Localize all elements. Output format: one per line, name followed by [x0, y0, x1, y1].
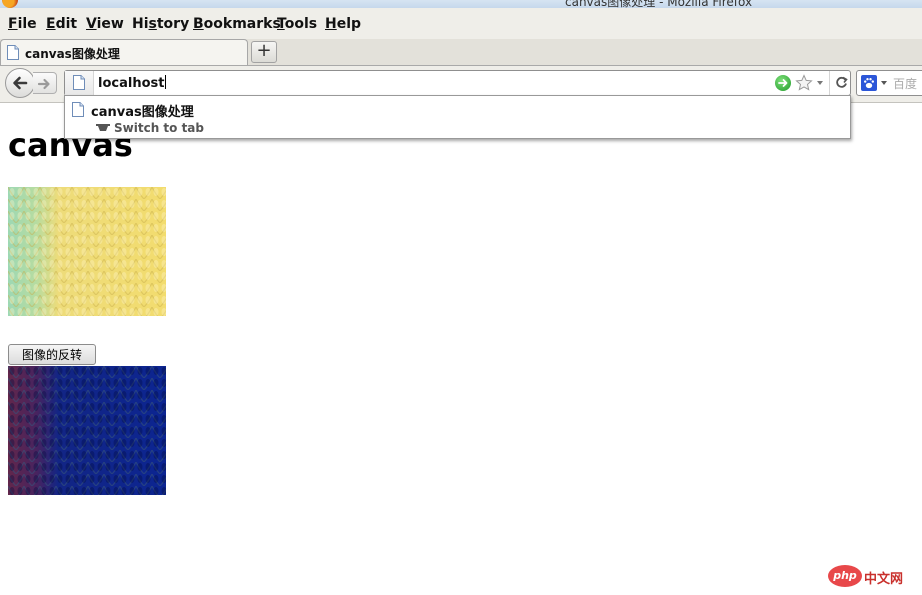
watermark-text: 中文网 — [864, 572, 904, 587]
reload-icon — [836, 76, 848, 88]
window-title: canvas图像处理 - Mozilla Firefox — [565, 0, 753, 8]
search-engine-dropdown-icon[interactable] — [881, 81, 887, 85]
inverted-yarn-image — [8, 366, 166, 495]
menu-file[interactable]: File — [8, 16, 37, 32]
baidu-paw-icon[interactable] — [861, 75, 877, 91]
switch-to-tab-icon — [96, 124, 110, 131]
go-arrow-icon[interactable] — [775, 75, 791, 91]
menu-edit[interactable]: Edit — [46, 16, 77, 32]
search-input[interactable]: 百度 — [893, 75, 917, 92]
url-bar[interactable]: localhost — [64, 70, 851, 96]
menu-bookmarks[interactable]: Bookmarks — [193, 16, 281, 32]
url-autocomplete-popup: canvas图像处理 Switch to tab — [64, 95, 851, 139]
arrow-left-icon — [13, 76, 28, 90]
menu-history[interactable]: History — [132, 16, 189, 32]
text-caret — [165, 75, 167, 89]
tab-label: canvas图像处理 — [25, 47, 120, 61]
menu-view[interactable]: View — [86, 16, 124, 32]
window-titlebar: canvas图像处理 - Mozilla Firefox — [0, 0, 922, 8]
menu-bar: File Edit View History Bookmarks Tools H… — [0, 8, 922, 39]
site-identity-button[interactable] — [65, 71, 94, 95]
php-cn-watermark: php 中文网 — [828, 565, 916, 587]
firefox-logo-icon — [2, 0, 18, 8]
history-dropdown-icon[interactable] — [817, 81, 823, 85]
forward-button[interactable] — [33, 72, 57, 94]
bookmark-star-icon[interactable] — [795, 74, 813, 92]
arrow-right-icon — [778, 79, 788, 87]
reload-button[interactable] — [829, 71, 852, 95]
invert-image-button[interactable]: 图像的反转 — [8, 344, 96, 365]
switch-to-tab-action[interactable]: Switch to tab — [114, 121, 204, 135]
arrow-right-icon — [37, 78, 50, 90]
php-logo: php — [828, 565, 862, 587]
menu-help[interactable]: Help — [325, 16, 361, 32]
new-tab-button[interactable]: + — [251, 41, 277, 63]
search-bar[interactable]: 百度 — [856, 70, 922, 96]
page-icon — [72, 102, 84, 117]
original-yarn-image — [8, 187, 166, 316]
tab-canvas[interactable]: canvas图像处理 — [0, 39, 248, 65]
page-icon — [7, 45, 19, 60]
url-input[interactable]: localhost — [98, 75, 167, 91]
autocomplete-result-title[interactable]: canvas图像处理 — [91, 101, 194, 120]
tab-strip: canvas图像处理 + — [0, 39, 922, 66]
page-icon — [73, 75, 85, 90]
back-button[interactable] — [5, 68, 35, 98]
menu-tools[interactable]: Tools — [277, 16, 317, 32]
